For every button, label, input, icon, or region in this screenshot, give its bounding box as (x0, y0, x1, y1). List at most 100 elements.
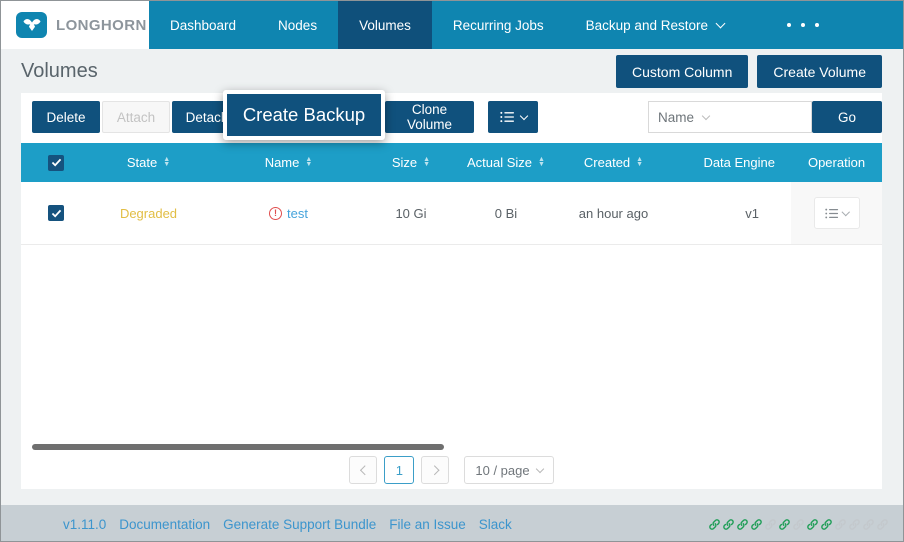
sort-carets-icon: ▲▼ (538, 158, 545, 167)
chain-link-icon (876, 518, 889, 531)
page-number-button[interactable]: 1 (384, 456, 414, 484)
row-checkbox[interactable] (48, 205, 64, 221)
column-header-name[interactable]: Name ▲▼ (206, 155, 371, 170)
nav-item-volumes[interactable]: Volumes (338, 1, 432, 49)
nav-item-label: Nodes (278, 18, 317, 33)
horizontal-scrollbar[interactable] (32, 444, 444, 450)
go-button[interactable]: Go (812, 101, 882, 133)
ellipsis-menu-icon[interactable] (787, 1, 819, 49)
longhorn-app-window: LONGHORN Dashboard Nodes Volumes Recurring … (0, 0, 904, 542)
footer-link-generate-support-bundle[interactable]: Generate Support Bundle (223, 517, 376, 532)
column-header-operation: Operation (791, 155, 882, 170)
volumes-panel: Delete Attach Detach Clone Volume Create… (21, 93, 882, 489)
top-navbar: LONGHORN Dashboard Nodes Volumes Recurring … (1, 1, 903, 49)
operation-cell (791, 182, 882, 244)
column-header-created[interactable]: Created ▲▼ (561, 155, 666, 170)
column-label: Operation (808, 155, 865, 170)
table-row: Degraded ! test 10 Gi 0 Bi an hour ago v… (21, 182, 882, 245)
unordered-list-icon (500, 111, 515, 123)
chevron-right-icon (429, 465, 438, 474)
sort-carets-icon: ▲▼ (305, 158, 312, 167)
nav-item-label: Backup and Restore (586, 18, 708, 33)
chevron-down-icon (716, 19, 726, 29)
prev-page-button[interactable] (349, 456, 377, 484)
create-volume-button[interactable]: Create Volume (757, 55, 882, 88)
chain-link-icon (792, 518, 805, 531)
volume-name-link[interactable]: test (287, 206, 308, 221)
check-icon (51, 209, 62, 218)
page-size-select[interactable]: 10 / page (464, 456, 553, 484)
name-cell: ! test (206, 206, 371, 221)
column-label: Name (265, 155, 300, 170)
brand[interactable]: LONGHORN (1, 1, 149, 49)
next-page-button[interactable] (421, 456, 449, 484)
footer-link-documentation[interactable]: Documentation (119, 517, 210, 532)
footer-link-slack[interactable]: Slack (479, 517, 512, 532)
column-header-state[interactable]: State ▲▼ (91, 155, 206, 170)
warning-icon: ! (269, 207, 282, 220)
search-field-value: Name (658, 110, 694, 125)
nav-item-nodes[interactable]: Nodes (257, 1, 338, 49)
bulk-actions-dropdown-button[interactable] (488, 101, 538, 133)
select-all-checkbox[interactable] (48, 155, 64, 171)
chain-link-icon (736, 518, 749, 531)
chevron-down-icon (842, 208, 850, 216)
search-field-select[interactable]: Name (648, 101, 719, 133)
column-label: Actual Size (467, 155, 532, 170)
chain-link-icon (848, 518, 861, 531)
chevron-down-icon (535, 465, 543, 473)
sort-carets-icon: ▲▼ (636, 158, 643, 167)
column-label: Data Engine (703, 155, 775, 170)
data-engine-cell: v1 (666, 206, 791, 221)
chevron-left-icon (360, 465, 369, 474)
create-backup-button[interactable]: Create Backup (223, 90, 385, 140)
column-label: State (127, 155, 157, 170)
row-operation-dropdown-button[interactable] (814, 197, 860, 229)
footer-link-v1-11-0[interactable]: v1.11.0 (63, 517, 106, 532)
delete-button[interactable]: Delete (32, 101, 100, 133)
column-header-size[interactable]: Size ▲▼ (371, 155, 451, 170)
brand-name: LONGHORN (56, 17, 147, 34)
custom-column-button[interactable]: Custom Column (616, 55, 748, 88)
chain-link-icon (778, 518, 791, 531)
select-all-cell (21, 155, 91, 171)
column-header-actual-size[interactable]: Actual Size ▲▼ (451, 155, 561, 170)
nav-item-label: Volumes (359, 18, 411, 33)
created-cell: an hour ago (561, 206, 666, 221)
chain-link-icon (708, 518, 721, 531)
check-icon (51, 158, 62, 167)
nav-item-recurring-jobs[interactable]: Recurring Jobs (432, 1, 565, 49)
chain-link-icon (806, 518, 819, 531)
connection-status-icons (708, 518, 889, 531)
nav-item-label: Recurring Jobs (453, 18, 544, 33)
footer-links: v1.11.0 Documentation Generate Support Bun… (63, 517, 512, 532)
bull-icon (21, 17, 43, 34)
actual-size-cell: 0 Bi (451, 206, 561, 221)
chain-link-icon (750, 518, 763, 531)
nav-item-backup-and-restore[interactable]: Backup and Restore (565, 1, 745, 49)
nav-item-dashboard[interactable]: Dashboard (149, 1, 257, 49)
page-header-actions: Custom Column Create Volume (616, 55, 882, 88)
chain-link-icon (862, 518, 875, 531)
attach-button[interactable]: Attach (102, 101, 170, 133)
column-header-data-engine: Data Engine (666, 155, 791, 170)
chevron-down-icon (702, 112, 710, 120)
clone-volume-button[interactable]: Clone Volume (385, 101, 474, 133)
search-input[interactable] (718, 101, 812, 133)
chevron-down-icon (519, 112, 527, 120)
chain-link-icon (722, 518, 735, 531)
row-select-cell (21, 205, 91, 221)
nav-menu: Dashboard Nodes Volumes Recurring Jobs Backu… (149, 1, 745, 49)
column-label: Created (584, 155, 630, 170)
unordered-list-icon (825, 208, 839, 219)
chain-link-icon (764, 518, 777, 531)
footer: v1.11.0 Documentation Generate Support Bun… (1, 505, 903, 542)
sort-carets-icon: ▲▼ (423, 158, 430, 167)
page-title: Volumes (21, 60, 98, 83)
chain-link-icon (820, 518, 833, 531)
page-size-value: 10 / page (475, 463, 529, 478)
column-label: Size (392, 155, 417, 170)
sort-carets-icon: ▲▼ (163, 158, 170, 167)
chain-link-icon (834, 518, 847, 531)
footer-link-file-an-issue[interactable]: File an Issue (389, 517, 466, 532)
